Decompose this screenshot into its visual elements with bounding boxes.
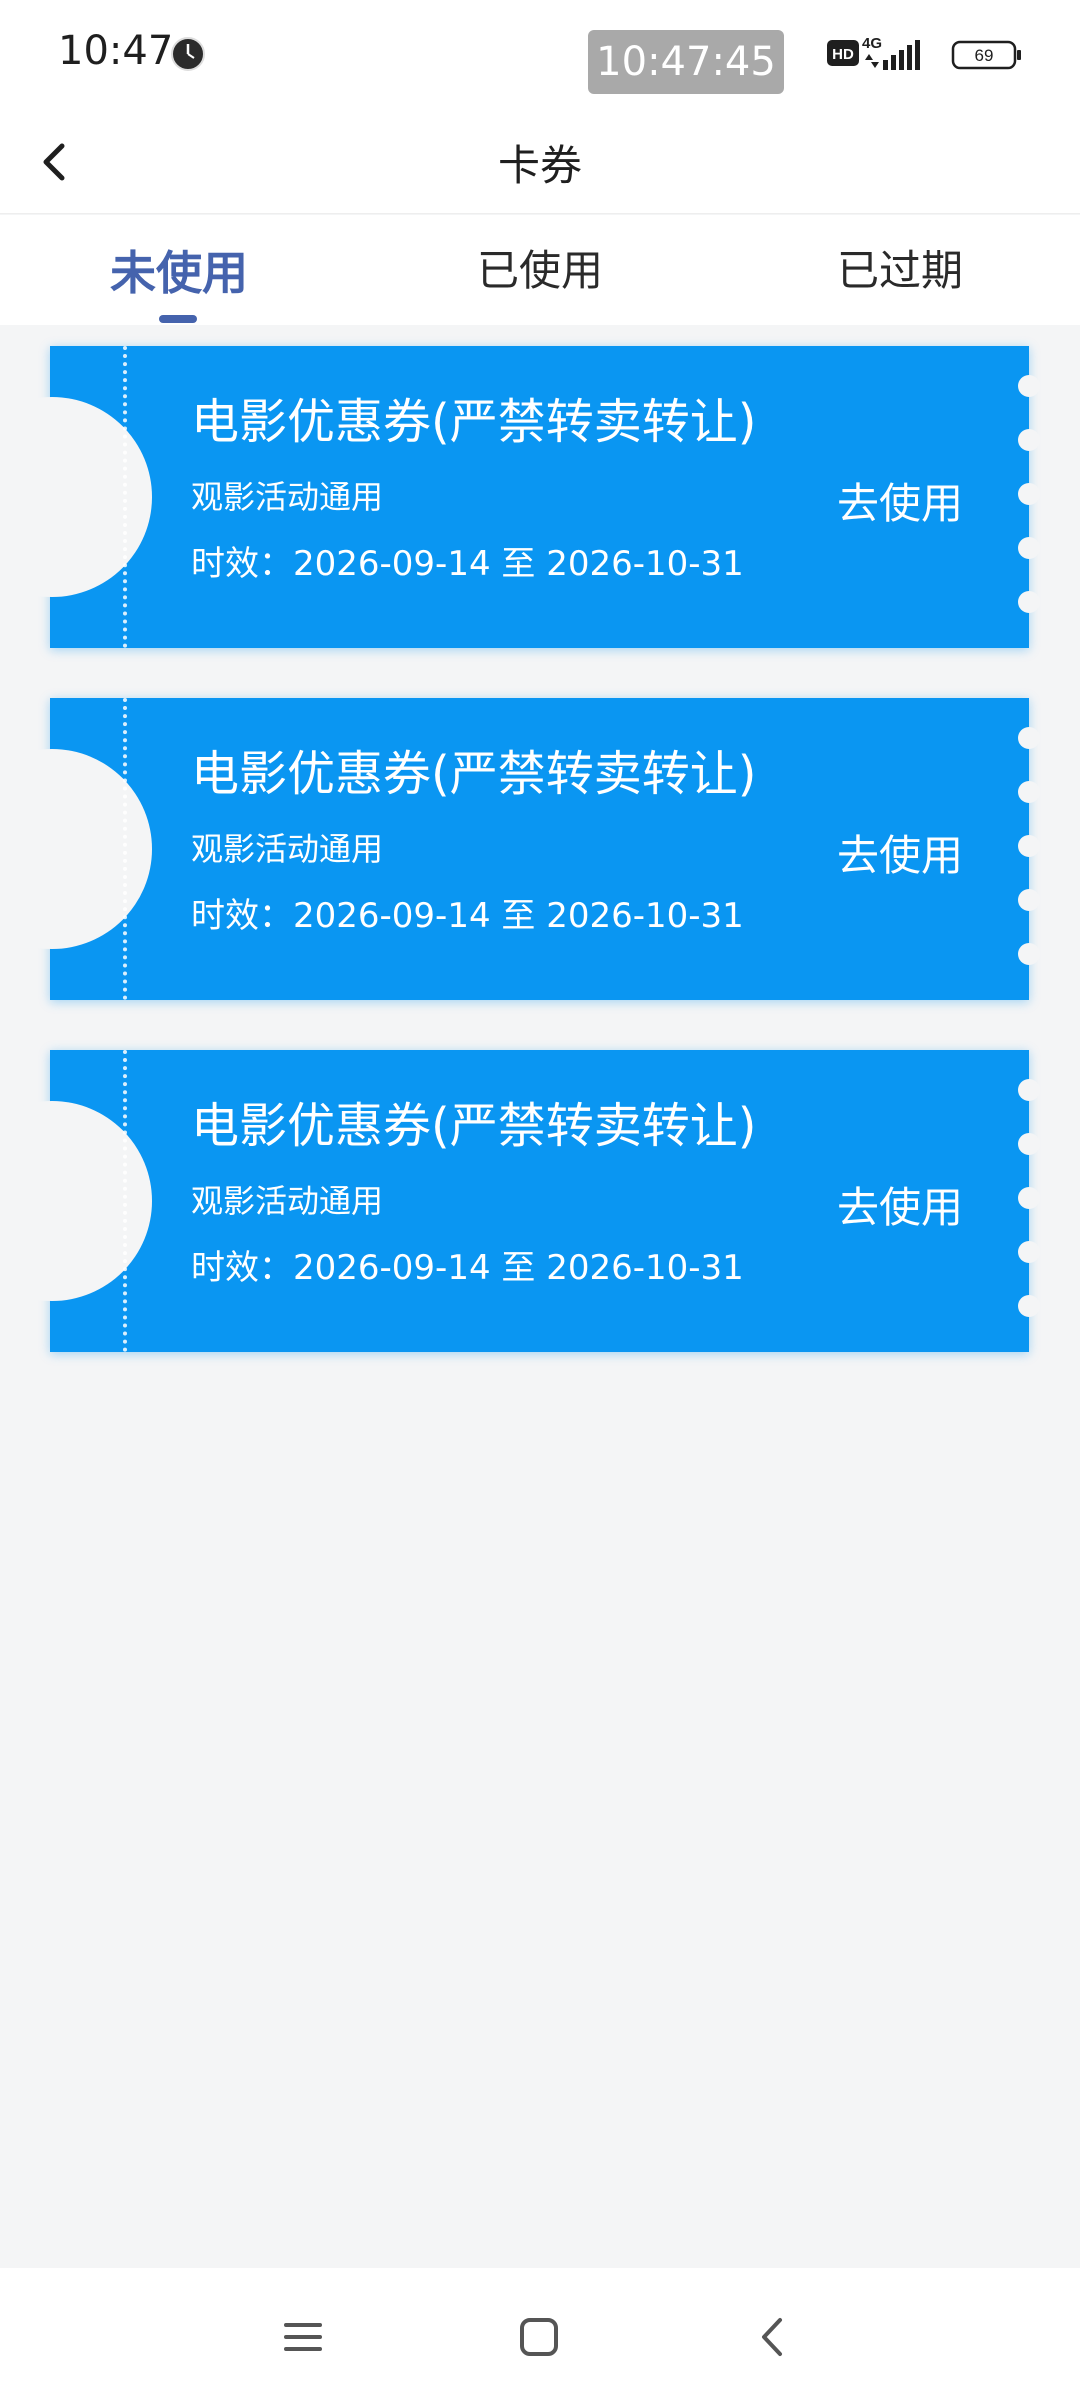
coupon-notch [0,1101,152,1301]
page-title: 卡券 [497,141,582,190]
system-back-icon[interactable] [748,2312,798,2362]
tab-unused[interactable]: 未使用 [59,237,299,303]
tab-expired[interactable]: 已过期 [780,237,1020,298]
status-time: 10:47 [58,28,174,74]
coupon-title: 电影优惠券(严禁转卖转让) [191,746,757,802]
hd-label: HD [832,46,854,63]
network-label: 4G [862,35,882,52]
coupon-scope: 观影活动通用 [191,830,384,868]
use-coupon-button[interactable]: 去使用 [837,822,963,883]
coupon-scallop-edge [1018,346,1040,648]
coupon-validity: 时效：2026-09-14 至 2026-10-31 [191,1248,744,1288]
home-square-icon[interactable] [514,2312,564,2362]
coupon-notch [0,749,152,949]
floating-clock: 10:47:45 [588,30,784,94]
coupon-scallop-edge [1018,1050,1040,1352]
coupon-scallop-edge [1018,698,1040,1000]
tab-used[interactable]: 已使用 [420,237,660,298]
use-coupon-button[interactable]: 去使用 [837,1174,963,1235]
system-nav-bar [0,2268,1080,2400]
coupon-scope: 观影活动通用 [191,1182,384,1220]
clock-app-icon [171,37,205,71]
coupon-validity: 时效：2026-09-14 至 2026-10-31 [191,544,744,584]
tab-bar: 未使用 已使用 已过期 [0,215,1080,325]
battery-level: 69 [975,46,994,65]
status-bar: 10:47 10:47:45 HD 4G 69 [0,0,1080,110]
nav-bar: 卡券 [0,110,1080,214]
coupon-card[interactable]: 电影优惠券(严禁转卖转让) 观影活动通用 时效：2026-09-14 至 202… [0,698,1040,1000]
coupon-card[interactable]: 电影优惠券(严禁转卖转让) 观影活动通用 时效：2026-09-14 至 202… [0,346,1040,648]
coupon-validity: 时效：2026-09-14 至 2026-10-31 [191,896,744,936]
status-icons: HD 4G 69 [827,35,1021,70]
coupon-card[interactable]: 电影优惠券(严禁转卖转让) 观影活动通用 时效：2026-09-14 至 202… [0,1050,1040,1352]
coupon-divider [123,698,127,1000]
coupon-notch [0,397,152,597]
coupon-scope: 观影活动通用 [191,478,384,516]
active-tab-indicator [159,315,197,323]
coupon-title: 电影优惠券(严禁转卖转让) [191,394,757,450]
use-coupon-button[interactable]: 去使用 [837,470,963,531]
menu-icon[interactable] [278,2312,328,2362]
coupon-title: 电影优惠券(严禁转卖转让) [191,1098,757,1154]
coupon-divider [123,1050,127,1352]
coupon-divider [123,346,127,648]
